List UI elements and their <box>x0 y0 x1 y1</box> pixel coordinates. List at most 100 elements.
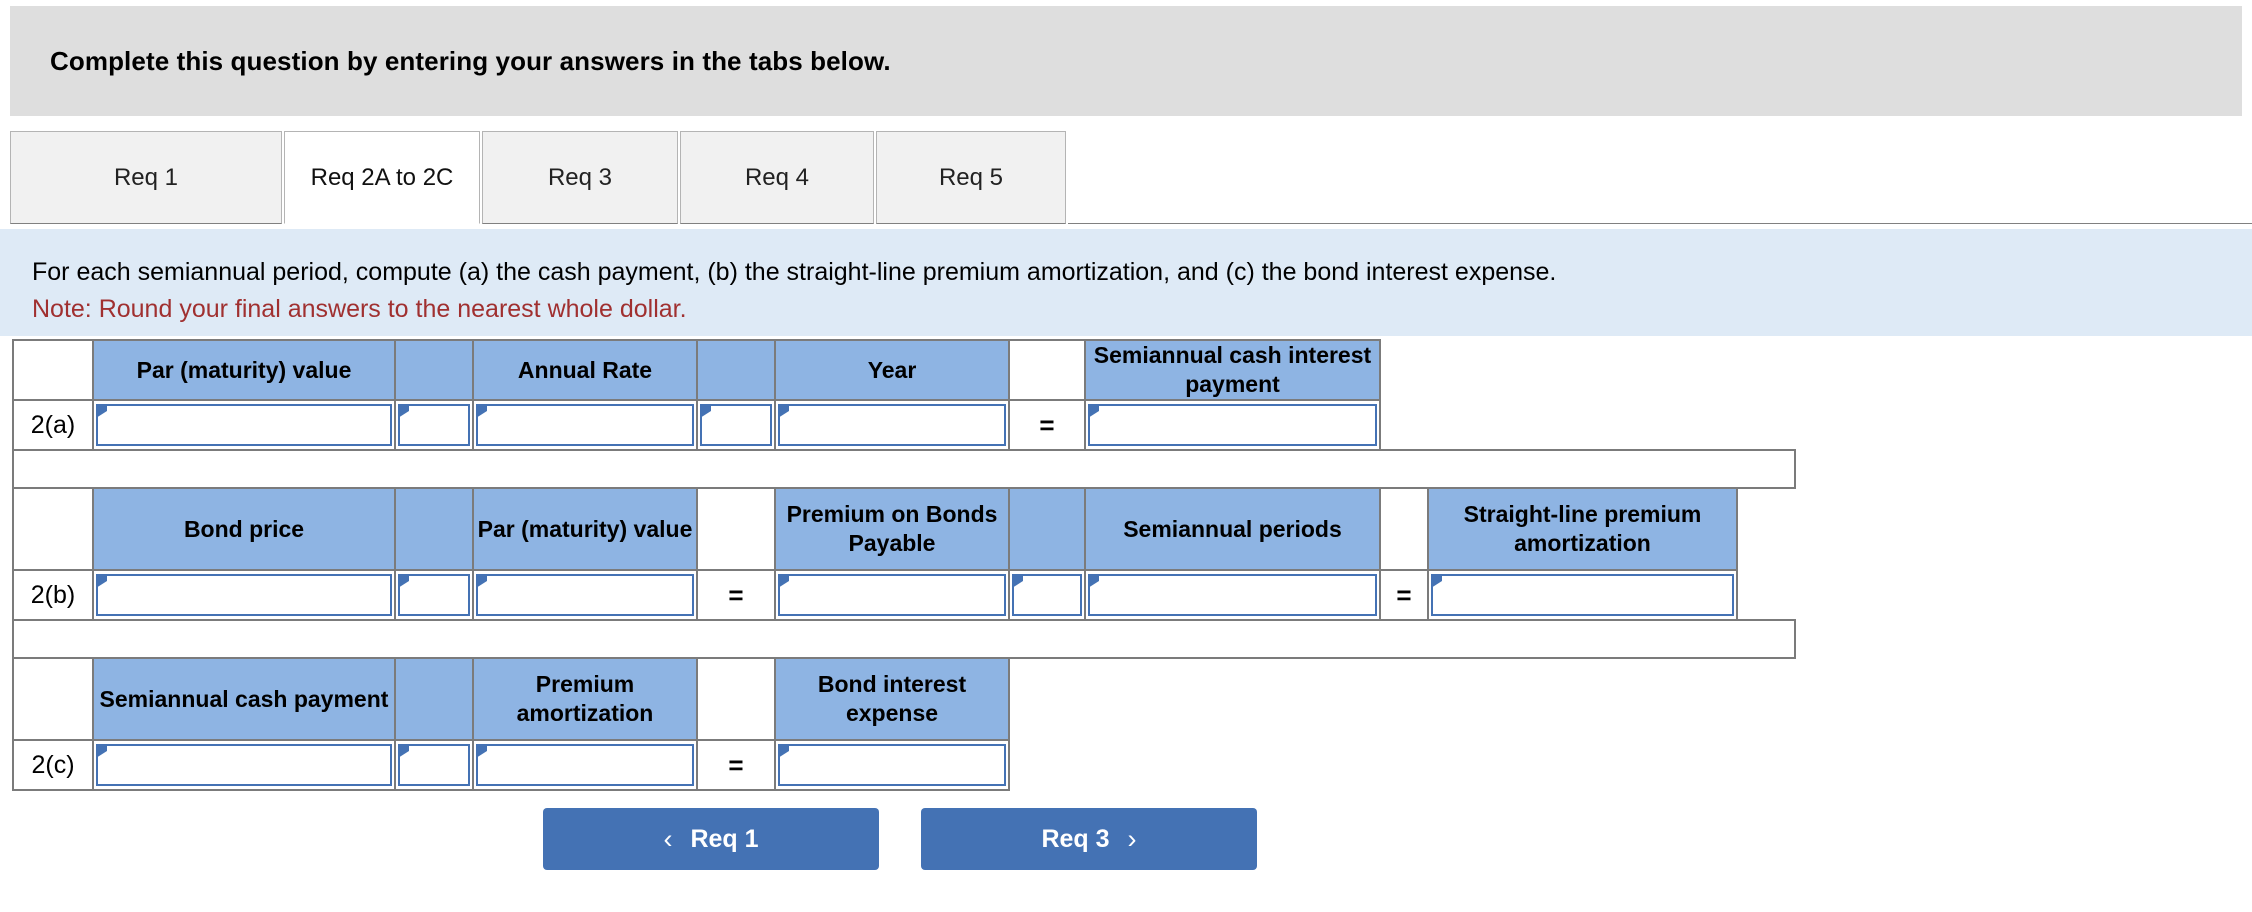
section-b-cell-spacer-2[interactable] <box>1008 569 1086 621</box>
section-a-header-year: Year <box>774 339 1010 401</box>
tab-req-2a-to-2c[interactable]: Req 2A to 2C <box>284 131 480 224</box>
section-b-header-straight-line-premium-amortization: Straight-line premium amortization <box>1427 487 1738 571</box>
input-premium-on-bonds-payable[interactable] <box>778 574 1006 616</box>
section-c-header-row: Semiannual cash payment Premium amortiza… <box>12 657 1795 741</box>
section-b-cell-straight-line-premium-amortization[interactable] <box>1427 569 1738 621</box>
section-a-corner-cell <box>12 339 94 401</box>
input-year[interactable] <box>778 404 1006 446</box>
section-c-trailing-blank-2 <box>1085 658 1380 740</box>
input-annual-rate[interactable] <box>476 404 694 446</box>
section-c-trailing-blank-5 <box>1737 658 1795 740</box>
section-a-row-label: 2(a) <box>12 399 94 451</box>
spacer-row-a-b <box>12 449 1796 489</box>
section-c-input-row: 2(c) = <box>12 739 1795 791</box>
question-prompt-banner: For each semiannual period, compute (a) … <box>0 229 2252 336</box>
section-a-header-spacer-2 <box>696 339 776 401</box>
section-a-input-trailing-blank-1 <box>1380 400 1428 450</box>
section-b-row-label: 2(b) <box>12 569 94 621</box>
section-a-cell-spacer-2[interactable] <box>696 399 776 451</box>
tab-strip-left-spacer <box>0 128 10 224</box>
tab-req-3[interactable]: Req 3 <box>482 131 678 224</box>
section-b-header-spacer-2 <box>1008 487 1086 571</box>
tab-req-1[interactable]: Req 1 <box>10 131 282 224</box>
section-b-equals-sign-2: = <box>1379 569 1429 621</box>
pagination-nav: ‹ Req 1 Req 3 › <box>0 808 1800 870</box>
section-c-header-spacer-1 <box>394 657 474 741</box>
section-c-cell-semiannual-cash-payment[interactable] <box>92 739 396 791</box>
section-c-header-bond-interest-expense: Bond interest expense <box>774 657 1010 741</box>
section-b-corner-cell <box>12 487 94 571</box>
section-c-input-trailing-blank-2 <box>1085 740 1380 790</box>
section-a-input-trailing-blank-2 <box>1428 400 1737 450</box>
prev-req-label: Req 1 <box>690 824 759 853</box>
section-c-header-semiannual-cash-payment: Semiannual cash payment <box>92 657 396 741</box>
input-premium-amortization[interactable] <box>476 744 694 786</box>
section-c-input-trailing-blank-5 <box>1737 740 1795 790</box>
input-par-maturity-value-a[interactable] <box>96 404 392 446</box>
spacer-cell-b-c <box>12 619 1796 659</box>
section-a-trailing-blank-1 <box>1380 340 1428 400</box>
section-a-input-trailing-blank-3 <box>1737 400 1795 450</box>
section-b-cell-bond-price[interactable] <box>92 569 396 621</box>
section-c-input-trailing-blank-4 <box>1428 740 1737 790</box>
answer-grid: Par (maturity) value Annual Rate Year Se… <box>12 339 1796 791</box>
section-a-header-par-value: Par (maturity) value <box>92 339 396 401</box>
section-c-cell-bond-interest-expense[interactable] <box>774 739 1010 791</box>
section-c-cell-premium-amortization[interactable] <box>472 739 698 791</box>
chevron-left-icon: ‹ <box>663 823 673 854</box>
input-operator-b-1[interactable] <box>398 574 470 616</box>
section-c-corner-cell <box>12 657 94 741</box>
section-b-header-par-value: Par (maturity) value <box>472 487 698 571</box>
input-operator-b-2[interactable] <box>1012 574 1082 616</box>
instruction-banner-text: Complete this question by entering your … <box>50 45 891 76</box>
section-b-cell-semiannual-periods[interactable] <box>1084 569 1381 621</box>
section-b-cell-par-value[interactable] <box>472 569 698 621</box>
section-a-cell-spacer-1[interactable] <box>394 399 474 451</box>
input-operator-c-1[interactable] <box>398 744 470 786</box>
section-a-cell-annual-rate[interactable] <box>472 399 698 451</box>
tab-strip-filler <box>1068 131 2252 224</box>
question-rounding-note: Note: Round your final answers to the ne… <box>32 295 687 323</box>
input-semiannual-cash-payment[interactable] <box>96 744 392 786</box>
section-c-trailing-blank-4 <box>1428 658 1737 740</box>
section-b-header-bond-price: Bond price <box>92 487 396 571</box>
input-operator-a-1[interactable] <box>398 404 470 446</box>
section-b-header-equals-spacer-2 <box>1379 487 1429 571</box>
section-a-header-row: Par (maturity) value Annual Rate Year Se… <box>12 339 1795 401</box>
input-straight-line-premium-amortization[interactable] <box>1431 574 1734 616</box>
input-semiannual-cash-interest-payment[interactable] <box>1088 404 1377 446</box>
section-a-cell-par-value[interactable] <box>92 399 396 451</box>
spacer-cell-a-b <box>12 449 1796 489</box>
section-c-trailing-blank-1 <box>1009 658 1085 740</box>
spacer-row-b-c <box>12 619 1796 659</box>
section-c-cell-spacer-1[interactable] <box>394 739 474 791</box>
next-req-button[interactable]: Req 3 › <box>921 808 1257 870</box>
next-req-label: Req 3 <box>1041 824 1110 853</box>
section-b-equals-sign-1: = <box>696 569 776 621</box>
tab-req-4[interactable]: Req 4 <box>680 131 874 224</box>
prev-req-button[interactable]: ‹ Req 1 <box>543 808 879 870</box>
section-a-input-row: 2(a) = <box>12 399 1795 451</box>
section-c-equals-sign: = <box>696 739 776 791</box>
section-b-header-premium-on-bonds-payable: Premium on Bonds Payable <box>774 487 1010 571</box>
instruction-banner: Complete this question by entering your … <box>10 6 2242 116</box>
section-b-cell-premium-on-bonds-payable[interactable] <box>774 569 1010 621</box>
section-a-header-equals-spacer <box>1008 339 1086 401</box>
chevron-right-icon: › <box>1127 823 1137 854</box>
section-b-header-equals-spacer-1 <box>696 487 776 571</box>
section-c-input-trailing-blank-3 <box>1380 740 1428 790</box>
input-semiannual-periods[interactable] <box>1088 574 1377 616</box>
section-c-header-premium-amortization: Premium amortization <box>472 657 698 741</box>
section-b-trailing-blank <box>1737 488 1795 570</box>
section-b-cell-spacer-1[interactable] <box>394 569 474 621</box>
input-par-maturity-value-b[interactable] <box>476 574 694 616</box>
section-b-header-spacer-1 <box>394 487 474 571</box>
section-a-header-annual-rate: Annual Rate <box>472 339 698 401</box>
input-bond-price[interactable] <box>96 574 392 616</box>
section-a-header-semiannual-cash-interest-payment: Semiannual cash interest payment <box>1084 339 1381 401</box>
input-operator-a-2[interactable] <box>700 404 772 446</box>
section-a-cell-year[interactable] <box>774 399 1010 451</box>
section-a-cell-semiannual-cash-interest-payment[interactable] <box>1084 399 1381 451</box>
input-bond-interest-expense[interactable] <box>778 744 1006 786</box>
tab-req-5[interactable]: Req 5 <box>876 131 1066 224</box>
